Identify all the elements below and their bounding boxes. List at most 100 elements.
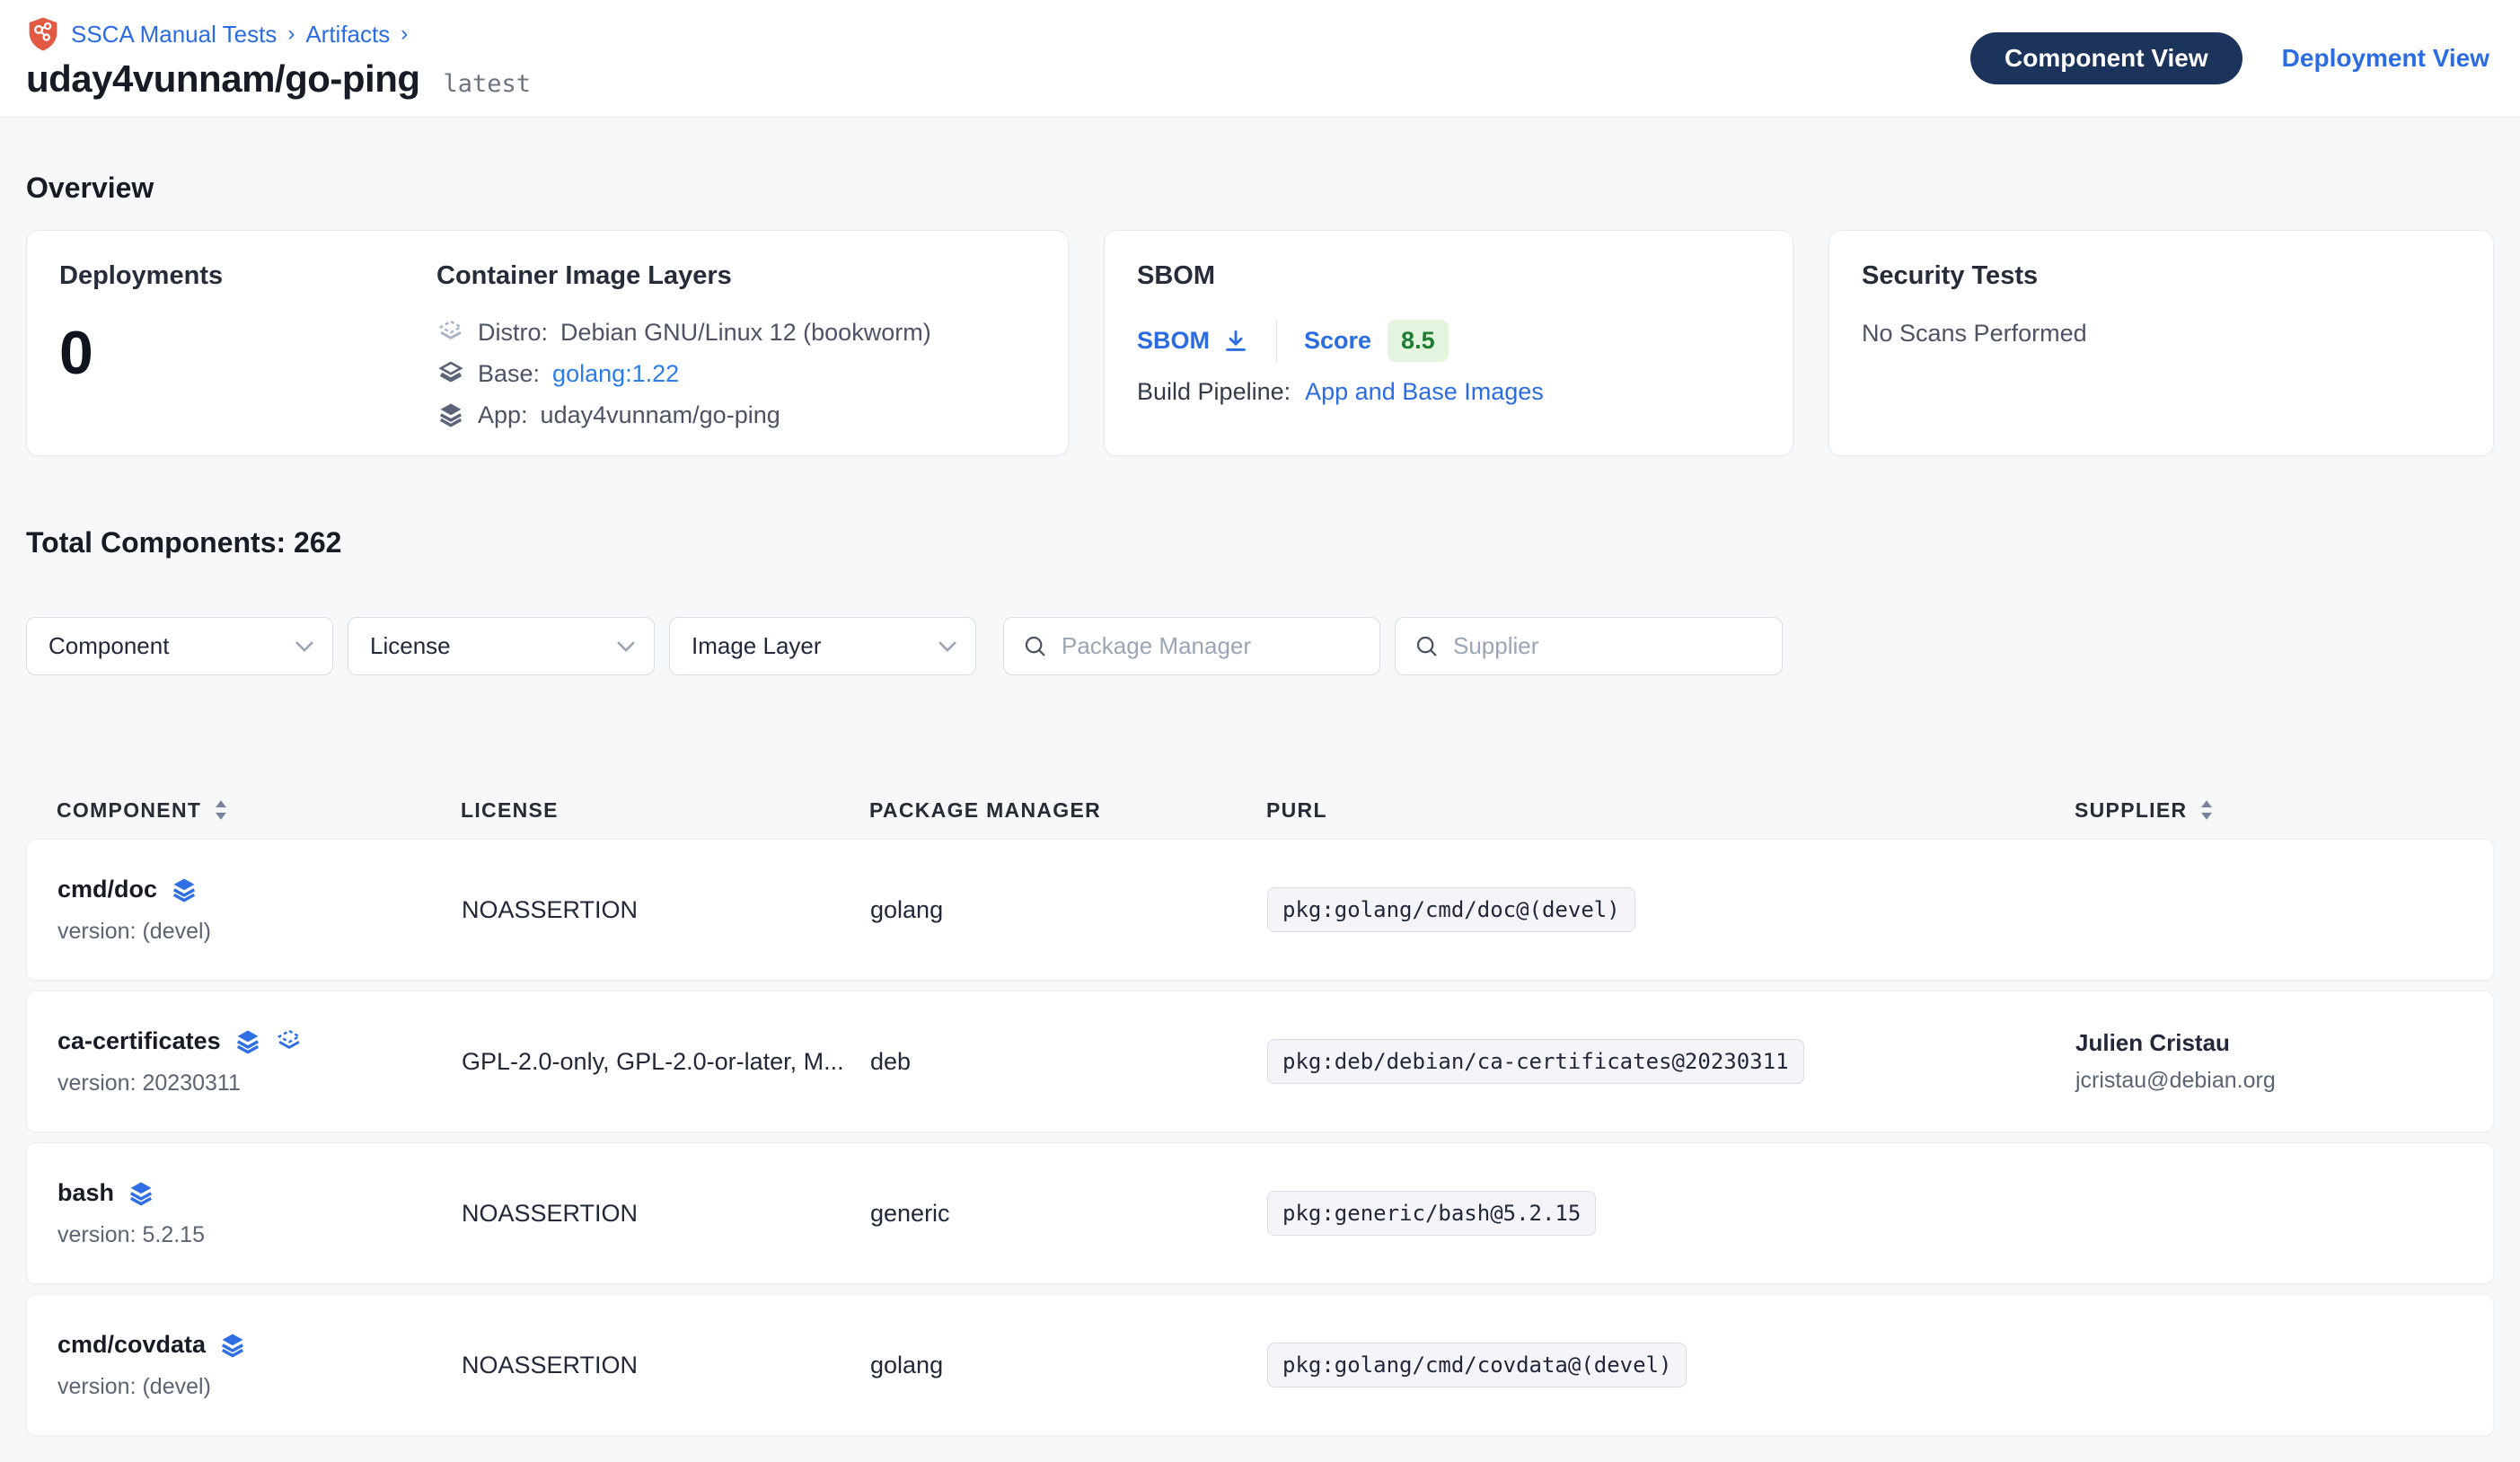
component-cell: ca-certificates version: 20230311 <box>57 1027 462 1096</box>
artifact-tag-badge: latest <box>444 70 532 98</box>
total-components-heading: Total Components: 262 <box>26 526 2494 559</box>
component-name: cmd/covdata <box>57 1331 206 1359</box>
breadcrumb-artifacts-link[interactable]: Artifacts <box>305 21 390 48</box>
image-layer-row: Distro: Debian GNU/Linux 12 (bookworm) <box>436 318 931 347</box>
component-cell: cmd/doc version: (devel) <box>57 876 462 945</box>
image-layer-row: Base: golang:1.22 <box>436 359 931 388</box>
chevron-down-icon <box>938 640 957 653</box>
breadcrumb-project-link[interactable]: SSCA Manual Tests <box>71 21 277 48</box>
deployment-view-button[interactable]: Deployment View <box>2282 44 2489 73</box>
build-pipeline-label: Build Pipeline: <box>1137 378 1291 406</box>
supplier-search-input[interactable] <box>1453 632 1764 660</box>
table-body: cmd/doc version: (devel) NOASSERTION gol… <box>26 839 2494 1436</box>
chevron-down-icon <box>295 640 314 653</box>
view-toggle: Component View Deployment View <box>1970 32 2489 84</box>
purl-cell: pkg:generic/bash@5.2.15 <box>1267 1191 2075 1236</box>
sbom-score-label: Score <box>1304 327 1371 355</box>
sbom-download-link[interactable]: SBOM <box>1137 327 1249 355</box>
sort-icon[interactable] <box>212 798 230 822</box>
column-header-package-manager: PACKAGE MANAGER <box>869 798 1266 823</box>
column-header-component[interactable]: COMPONENT <box>57 798 461 823</box>
app-layer-icon <box>436 401 465 429</box>
app-stack-icon <box>218 1331 247 1360</box>
divider <box>1276 321 1277 362</box>
package-manager-search-input[interactable] <box>1062 632 1362 660</box>
license-cell: NOASSERTION <box>462 1200 870 1228</box>
sort-icon[interactable] <box>2198 798 2216 822</box>
sbom-score-badge: 8.5 <box>1388 320 1449 362</box>
deployments-count: 0 <box>59 318 436 388</box>
package-manager-cell: generic <box>870 1200 1267 1228</box>
component-view-button[interactable]: Component View <box>1970 32 2242 84</box>
table-header-row: COMPONENT LICENSE PACKAGE MANAGER PURL S… <box>26 781 2494 839</box>
chevron-down-icon <box>616 640 636 653</box>
layer-value: Debian GNU/Linux 12 (bookworm) <box>560 319 931 347</box>
license-cell: NOASSERTION <box>462 896 870 924</box>
table-row[interactable]: ca-certificates version: 20230311 GPL-2.… <box>26 991 2494 1132</box>
license-cell: GPL-2.0-only, GPL-2.0-or-later, M... <box>462 1048 870 1076</box>
app-stack-icon <box>170 876 198 904</box>
license-cell: NOASSERTION <box>462 1352 870 1379</box>
app-stack-icon <box>127 1179 155 1208</box>
deployments-and-layers-card: Deployments 0 Container Image Layers Dis… <box>26 230 1069 456</box>
component-cell: bash version: 5.2.15 <box>57 1179 462 1248</box>
license-filter-select[interactable]: License <box>348 617 655 675</box>
layer-value-link[interactable]: golang:1.22 <box>552 360 679 388</box>
sbom-card-title: SBOM <box>1137 261 1760 291</box>
ssca-shield-logo-icon <box>26 16 60 52</box>
image-layer-filter-select[interactable]: Image Layer <box>669 617 976 675</box>
package-manager-cell: golang <box>870 1352 1267 1379</box>
package-manager-cell: golang <box>870 896 1267 924</box>
layer-label: Base: <box>478 360 540 388</box>
supplier-email: jcristau@debian.org <box>2075 1068 2463 1094</box>
column-header-supplier[interactable]: SUPPLIER <box>2075 798 2463 823</box>
download-icon <box>1222 328 1249 355</box>
distro-diamond-icon <box>275 1027 304 1056</box>
table-row[interactable]: cmd/doc version: (devel) NOASSERTION gol… <box>26 839 2494 981</box>
page-title: uday4vunnam/go-ping <box>26 57 420 101</box>
supplier-search <box>1395 617 1783 675</box>
component-filter-select[interactable]: Component <box>26 617 333 675</box>
layer-value: uday4vunnam/go-ping <box>541 401 780 429</box>
component-version: version: (devel) <box>57 1374 462 1400</box>
search-icon <box>1414 633 1441 660</box>
column-header-purl: PURL <box>1266 798 2075 823</box>
purl-chip[interactable]: pkg:golang/cmd/covdata@(devel) <box>1267 1343 1687 1387</box>
security-tests-title: Security Tests <box>1862 261 2461 291</box>
container-image-layers-title: Container Image Layers <box>436 261 931 291</box>
purl-cell: pkg:deb/debian/ca-certificates@20230311 <box>1267 1039 2075 1084</box>
purl-chip[interactable]: pkg:golang/cmd/doc@(devel) <box>1267 887 1635 932</box>
supplier-name: Julien Cristau <box>2075 1029 2463 1057</box>
app-stack-icon <box>233 1027 262 1056</box>
breadcrumb-separator: › <box>401 22 408 47</box>
component-cell: cmd/covdata version: (devel) <box>57 1331 462 1400</box>
component-name: cmd/doc <box>57 876 157 903</box>
purl-chip[interactable]: pkg:deb/debian/ca-certificates@20230311 <box>1267 1039 1804 1084</box>
search-icon <box>1022 633 1049 660</box>
deployments-label: Deployments <box>59 261 436 291</box>
table-row[interactable]: cmd/covdata version: (devel) NOASSERTION… <box>26 1294 2494 1436</box>
component-name: ca-certificates <box>57 1027 221 1055</box>
container-image-layers-list: Distro: Debian GNU/Linux 12 (bookworm) B… <box>436 318 931 429</box>
sbom-card: SBOM SBOM Score 8.5 Build Pipeline: App … <box>1104 230 1793 456</box>
supplier-cell: Julien Cristau jcristau@debian.org <box>2075 1029 2463 1094</box>
image-layer-row: App: uday4vunnam/go-ping <box>436 401 931 429</box>
layer-label: App: <box>478 401 528 429</box>
filters-bar: Component License Image Layer <box>26 617 2494 675</box>
component-version: version: (devel) <box>57 919 462 945</box>
component-version: version: 20230311 <box>57 1070 462 1096</box>
purl-chip[interactable]: pkg:generic/bash@5.2.15 <box>1267 1191 1596 1236</box>
component-version: version: 5.2.15 <box>57 1222 462 1248</box>
component-name: bash <box>57 1179 114 1207</box>
package-manager-search <box>1003 617 1380 675</box>
purl-cell: pkg:golang/cmd/covdata@(devel) <box>1267 1343 2075 1387</box>
package-manager-cell: deb <box>870 1048 1267 1076</box>
components-table: COMPONENT LICENSE PACKAGE MANAGER PURL S… <box>26 781 2494 1436</box>
build-pipeline-link[interactable]: App and Base Images <box>1305 378 1544 406</box>
overview-heading: Overview <box>26 172 2494 205</box>
security-tests-status: No Scans Performed <box>1862 320 2461 348</box>
layer-label: Distro: <box>478 319 548 347</box>
breadcrumb-separator: › <box>287 22 295 47</box>
table-row[interactable]: bash version: 5.2.15 NOASSERTION generic… <box>26 1142 2494 1284</box>
base-layer-icon <box>436 359 465 388</box>
